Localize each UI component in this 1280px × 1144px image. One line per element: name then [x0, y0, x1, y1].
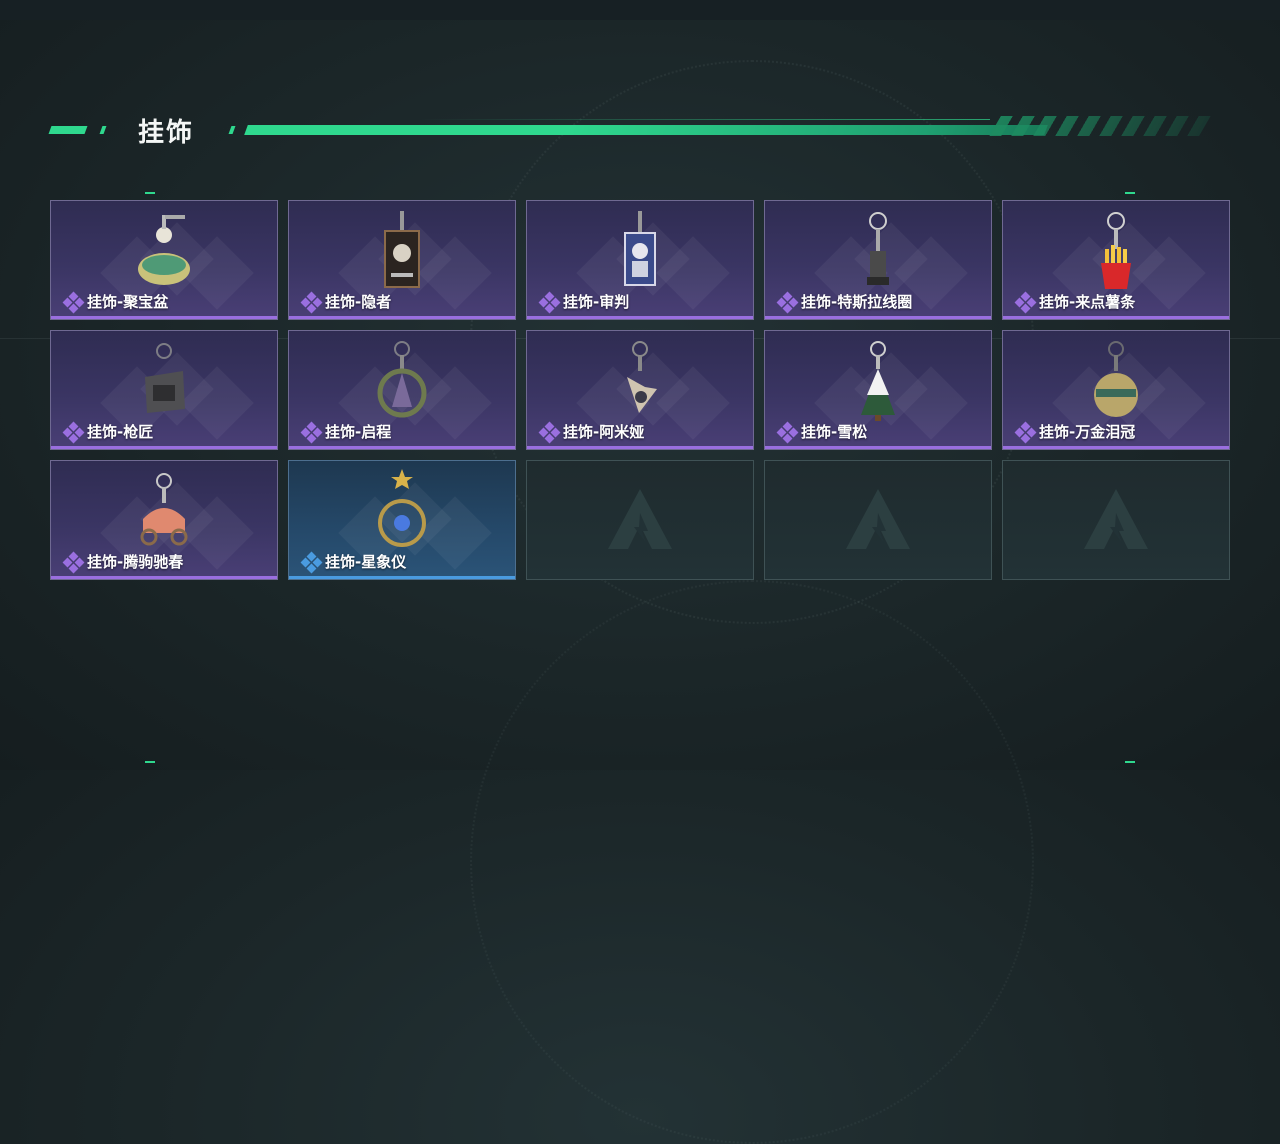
charm-name: 挂饰-审判 — [563, 293, 630, 311]
charm-card[interactable]: 挂饰-雪松 — [764, 330, 992, 450]
rarity-icon — [538, 291, 561, 313]
rarity-bar — [289, 576, 515, 579]
charm-card[interactable]: 挂饰-星象仪 — [288, 460, 516, 580]
rarity-bar — [1003, 316, 1229, 319]
judgement-tarot-card-charm-icon — [624, 211, 656, 286]
section-header: 挂饰 — [48, 112, 1211, 148]
charm-name: 挂饰-隐者 — [325, 293, 392, 311]
empty-slot — [1002, 460, 1230, 580]
charm-name: 挂饰-特斯拉线圈 — [801, 293, 913, 311]
charm-card[interactable]: 挂饰-特斯拉线圈 — [764, 200, 992, 320]
astrolabe-charm-icon — [378, 469, 426, 547]
rarity-bar — [527, 446, 753, 449]
corner-tick — [145, 761, 155, 763]
rarity-bar — [527, 316, 753, 319]
rarity-icon — [538, 421, 561, 443]
rarity-icon — [1014, 421, 1037, 443]
background-ring — [470, 580, 1034, 1144]
charm-card[interactable]: 挂饰-审判 — [526, 200, 754, 320]
gunsmith-charm-icon — [145, 343, 185, 413]
corner-tick — [145, 192, 155, 194]
section-title: 挂饰 — [138, 118, 195, 148]
golden-crown-charm-icon — [1094, 341, 1138, 417]
rarity-icon — [62, 421, 85, 443]
rarity-icon — [300, 421, 323, 443]
rarity-icon — [62, 291, 85, 313]
charm-grid: 挂饰-聚宝盆 挂饰-隐者 挂饰-审判 挂饰-特斯拉线圈 挂饰-来点薯条 挂饰-枪… — [50, 200, 1230, 580]
empty-slot — [764, 460, 992, 580]
charm-card[interactable]: 挂饰-隐者 — [288, 200, 516, 320]
charm-name: 挂饰-聚宝盆 — [87, 293, 169, 311]
top-bar — [0, 0, 1280, 20]
rarity-icon — [300, 551, 323, 573]
header-accent — [48, 126, 88, 134]
french-fries-charm-icon — [1101, 212, 1131, 289]
rarity-icon — [1014, 291, 1037, 313]
header-checker-pattern — [989, 116, 1211, 136]
rarity-bar — [51, 316, 277, 319]
rarity-bar — [765, 446, 991, 449]
charm-name: 挂饰-枪匠 — [87, 423, 154, 441]
game-logo-icon — [1084, 489, 1148, 549]
snowy-pine-charm-icon — [861, 341, 895, 421]
charm-name: 挂饰-阿米娅 — [563, 423, 645, 441]
rarity-icon — [776, 291, 799, 313]
game-logo-icon — [608, 489, 672, 549]
rarity-bar — [765, 316, 991, 319]
rarity-bar — [51, 576, 277, 579]
charm-card[interactable]: 挂饰-聚宝盆 — [50, 200, 278, 320]
empty-slot — [526, 460, 754, 580]
charm-card[interactable]: 挂饰-阿米娅 — [526, 330, 754, 450]
charm-name: 挂饰-万金泪冠 — [1039, 423, 1136, 441]
header-accent — [99, 126, 107, 134]
treasure-bowl-charm-icon — [138, 215, 190, 285]
charm-name: 挂饰-腾驹驰春 — [87, 553, 184, 571]
rarity-bar — [289, 316, 515, 319]
rarity-icon — [62, 551, 85, 573]
corner-tick — [1125, 192, 1135, 194]
rarity-bar — [51, 446, 277, 449]
header-thin-line — [420, 119, 990, 120]
corner-tick — [1125, 761, 1135, 763]
charm-card[interactable]: 挂饰-启程 — [288, 330, 516, 450]
amiya-charm-icon — [627, 341, 657, 413]
rarity-icon — [776, 421, 799, 443]
rarity-bar — [289, 446, 515, 449]
tesla-coil-charm-icon — [867, 212, 889, 285]
charm-name: 挂饰-启程 — [325, 423, 392, 441]
charm-card[interactable]: 挂饰-枪匠 — [50, 330, 278, 450]
header-accent — [228, 126, 236, 134]
charm-name: 挂饰-星象仪 — [325, 553, 407, 571]
charm-name: 挂饰-雪松 — [801, 423, 868, 441]
charm-name: 挂饰-来点薯条 — [1039, 293, 1136, 311]
departure-charm-icon — [377, 341, 427, 418]
header-line — [244, 125, 1048, 135]
hermit-tarot-card-charm-icon — [384, 211, 420, 288]
charm-card[interactable]: 挂饰-腾驹驰春 — [50, 460, 278, 580]
charm-card[interactable]: 挂饰-万金泪冠 — [1002, 330, 1230, 450]
charm-card[interactable]: 挂饰-来点薯条 — [1002, 200, 1230, 320]
rarity-icon — [300, 291, 323, 313]
game-logo-icon — [846, 489, 910, 549]
rarity-bar — [1003, 446, 1229, 449]
carriage-charm-icon — [140, 473, 188, 546]
